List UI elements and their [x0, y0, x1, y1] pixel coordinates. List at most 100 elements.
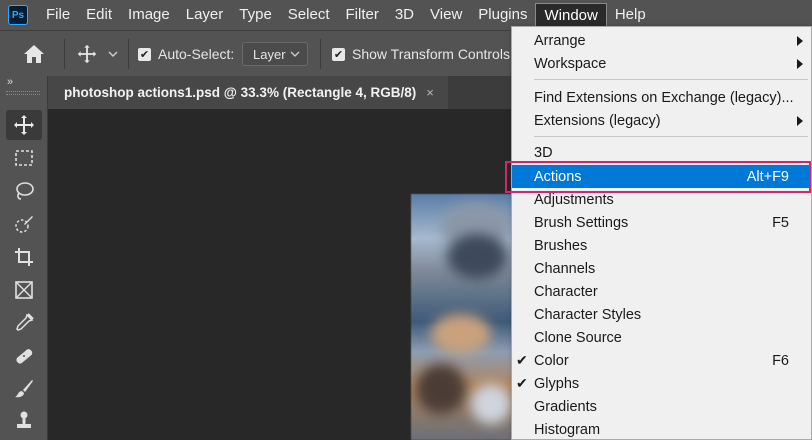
close-icon[interactable]: × [426, 85, 434, 100]
menu-help[interactable]: Help [607, 3, 654, 27]
menu-item-shortcut: F5 [772, 214, 789, 231]
document-tab-title: photoshop actions1.psd @ 33.3% (Rectangl… [64, 85, 417, 100]
lasso-icon [16, 182, 34, 200]
chevron-down-icon [290, 51, 300, 57]
window-menu-dropdown: Arrange Workspace Find Extensions on Exc… [511, 26, 812, 440]
menu-item-label: Arrange [534, 32, 586, 49]
auto-select-target[interactable]: Layer [242, 31, 308, 77]
submenu-arrow-icon [797, 35, 803, 46]
eyedropper-icon [16, 313, 34, 331]
menu-separator [534, 136, 808, 137]
image-blur [431, 314, 491, 354]
show-transform-label: Show Transform Controls [352, 46, 510, 62]
menu-item-character-styles[interactable]: Character Styles [512, 303, 811, 326]
divider [320, 39, 321, 69]
chevron-down-icon [108, 51, 118, 57]
menu-type[interactable]: Type [231, 3, 280, 27]
frame-icon [15, 281, 33, 299]
menu-item-character[interactable]: Character [512, 280, 811, 303]
menu-item-label: Gradients [534, 398, 597, 415]
menu-item-gradients[interactable]: Gradients [512, 395, 811, 418]
move-tool[interactable] [6, 110, 42, 140]
eyedropper-tool[interactable] [6, 308, 42, 338]
show-transform-option[interactable]: ✔ Show Transform Controls [332, 31, 510, 77]
auto-select-target-value: Layer [253, 46, 286, 62]
panel-grip[interactable] [6, 91, 40, 95]
checkmark-icon: ✔ [516, 375, 528, 391]
menu-3d[interactable]: 3D [387, 3, 422, 27]
menu-window[interactable]: Window [535, 3, 607, 27]
collapse-panel-icon[interactable]: » [7, 76, 13, 88]
auto-select-label: Auto-Select: [158, 46, 235, 62]
image-blur [416, 364, 466, 414]
menu-layer[interactable]: Layer [178, 3, 232, 27]
divider [128, 39, 129, 69]
submenu-arrow-icon [797, 115, 803, 126]
menu-item-label: Find Extensions on Exchange (legacy)... [534, 89, 794, 106]
menu-item-label: Color [534, 352, 569, 369]
home-icon [24, 45, 44, 63]
document-image[interactable] [411, 194, 513, 440]
menu-plugins[interactable]: Plugins [470, 3, 535, 27]
photoshop-logo-icon[interactable]: Ps [8, 5, 28, 25]
menu-item-label: Glyphs [534, 375, 580, 392]
menu-item-color[interactable]: ✔ Color F6 [512, 349, 811, 372]
clone-stamp-tool[interactable] [6, 406, 42, 436]
menu-edit[interactable]: Edit [78, 3, 120, 27]
crop-icon [15, 248, 33, 266]
menu-item-shortcut: F6 [772, 352, 789, 369]
menu-item-channels[interactable]: Channels [512, 257, 811, 280]
menu-item-label: Brushes [534, 237, 588, 254]
menu-file[interactable]: File [38, 3, 78, 27]
menu-item-label: 3D [534, 144, 553, 161]
auto-select-checkbox[interactable]: ✔ [138, 47, 151, 61]
image-blur [447, 234, 507, 279]
menu-item-clone-source[interactable]: Clone Source [512, 326, 811, 349]
brush-tool[interactable] [6, 374, 42, 404]
lasso-tool[interactable] [6, 176, 42, 206]
frame-tool[interactable] [6, 275, 42, 305]
menu-item-label: Histogram [534, 421, 601, 438]
menu-item-label: Extensions (legacy) [534, 112, 661, 129]
menu-item-label: Workspace [534, 55, 607, 72]
quick-selection-tool[interactable] [6, 209, 42, 239]
menu-item-arrange[interactable]: Arrange [512, 29, 811, 52]
menu-item-find-extensions[interactable]: Find Extensions on Exchange (legacy)... [512, 86, 811, 109]
menu-item-glyphs[interactable]: ✔ Glyphs [512, 372, 811, 395]
clone-stamp-icon [17, 411, 31, 428]
menu-view[interactable]: View [422, 3, 470, 27]
menu-item-label: Adjustments [534, 191, 614, 208]
home-button[interactable] [22, 31, 46, 77]
menu-item-label: Character Styles [534, 306, 642, 323]
marquee-tool[interactable] [6, 143, 42, 173]
show-transform-checkbox[interactable]: ✔ [332, 47, 345, 61]
menu-item-histogram[interactable]: Histogram [512, 418, 811, 440]
menu-item-label: Clone Source [534, 329, 622, 346]
menu-item-workspace[interactable]: Workspace [512, 52, 811, 75]
quick-selection-icon [15, 216, 33, 233]
move-tool-icon [14, 115, 34, 135]
image-blur [471, 384, 511, 424]
document-tab[interactable]: photoshop actions1.psd @ 33.3% (Rectangl… [48, 76, 448, 109]
bandage-icon [16, 349, 33, 364]
menu-item-extensions[interactable]: Extensions (legacy) [512, 109, 811, 132]
move-tool-preset-button[interactable] [76, 31, 120, 77]
brush-icon [15, 380, 33, 398]
crop-tool[interactable] [6, 242, 42, 272]
menu-image[interactable]: Image [120, 3, 178, 27]
menu-item-brush-settings[interactable]: Brush Settings F5 [512, 211, 811, 234]
auto-select-option[interactable]: ✔ Auto-Select: [138, 31, 234, 77]
checkmark-icon: ✔ [516, 352, 528, 368]
submenu-arrow-icon [797, 58, 803, 69]
auto-select-target-select[interactable]: Layer [242, 42, 308, 66]
healing-brush-tool[interactable] [6, 341, 42, 371]
tools-panel: » [0, 76, 48, 440]
menu-item-label: Channels [534, 260, 596, 277]
menu-filter[interactable]: Filter [338, 3, 387, 27]
menu-item-label: Brush Settings [534, 214, 629, 231]
menu-item-brushes[interactable]: Brushes [512, 234, 811, 257]
rectangular-marquee-icon [15, 150, 33, 166]
highlight-callout-box [505, 161, 811, 193]
menu-select[interactable]: Select [280, 3, 338, 27]
divider [64, 39, 65, 69]
